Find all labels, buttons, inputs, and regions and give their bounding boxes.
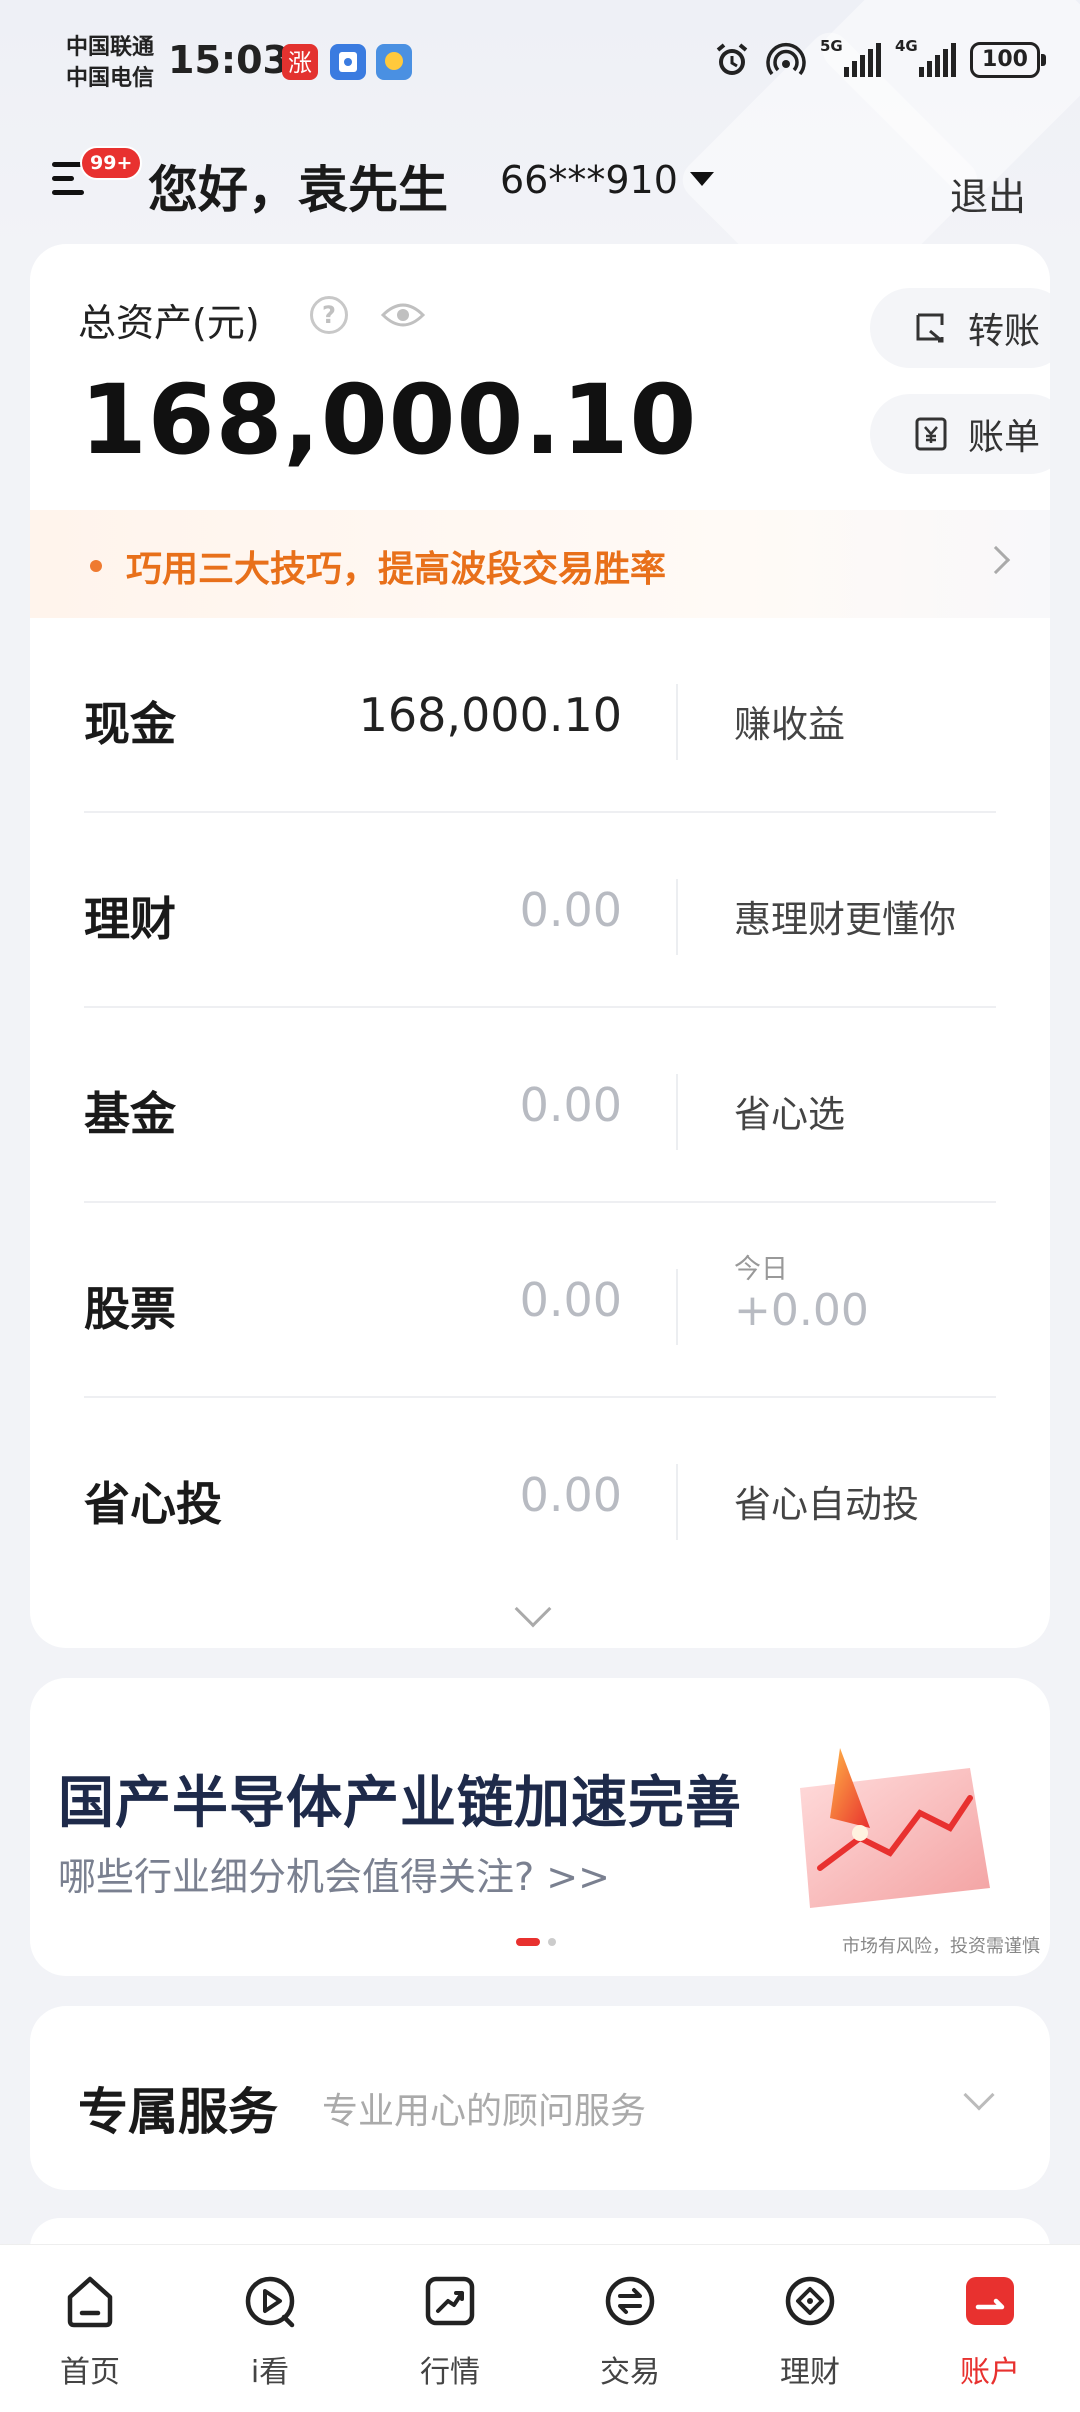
tab-wealth[interactable]: 理财 [720,2245,900,2412]
carrier-2: 中国电信 [66,66,155,91]
asset-card: 总资产(元) ? 168,000.10 转账 账单 巧用三大技巧，提高波段交易胜… [30,244,1050,1648]
risk-note: 市场有风险，投资需谨慎 [842,1936,1040,1957]
transfer-icon [916,313,944,343]
alarm-icon [716,43,748,75]
total-assets-value: 168,000.10 [80,364,698,476]
service-subtitle: 专业用心的顾问服务 [322,2091,647,2132]
signal-5g-label: 5G [820,37,843,55]
exchange-icon [605,2276,655,2326]
exclusive-service-card[interactable]: 专属服务 专业用心的顾问服务 [30,2006,1050,2190]
asset-row-name: 省心投 [84,1477,222,1531]
asset-row-amount: 0.00 [519,1468,622,1522]
status-bar: 中国联通 中国电信 15:03 涨 5G 4G 100 [0,0,1080,120]
asset-row-link[interactable]: 惠理财更懂你 [734,889,956,943]
trend-icon [425,2276,475,2326]
tab-label: 账户 [960,2355,1020,2390]
asset-row-cash[interactable]: 现金 168,000.10 赚收益 [84,618,996,813]
transfer-button[interactable]: 转账 [870,288,1050,368]
greeting: 您好，袁先生 [148,161,448,219]
tip-text: 巧用三大技巧，提高波段交易胜率 [126,549,667,590]
divider [676,1269,678,1345]
chevron-down-icon[interactable] [963,2079,995,2111]
signal-4g-label: 4G [895,37,918,55]
asset-row-fund[interactable]: 基金 0.00 省心选 [84,1008,996,1203]
account-number[interactable]: 66***910 [500,158,678,202]
tab-label: 交易 [600,2355,660,2390]
asset-list: 现金 168,000.10 赚收益 理财 0.00 惠理财更懂你 基金 0.00… [84,618,996,1593]
asset-row-auto-invest[interactable]: 省心投 0.00 省心自动投 [84,1398,996,1593]
help-icon[interactable]: ? [310,296,348,334]
expand-chevron-icon[interactable] [514,1590,552,1628]
notification-badge: 99+ [80,146,143,180]
asset-row-amount: 0.00 [519,1078,622,1132]
asset-row-link[interactable]: 省心选 [734,1084,845,1138]
signal-4g-icon: 4G [895,37,956,77]
tab-home[interactable]: 首页 [0,2245,180,2412]
tab-watch[interactable]: i看 [180,2245,360,2412]
weather-icon [376,44,412,80]
divider [676,684,678,760]
carousel-dot [548,1938,556,1946]
carrier-labels: 中国联通 中国电信 [66,32,154,94]
status-clock: 15:03 [168,38,289,82]
carousel-dot-active [516,1938,540,1946]
tab-market[interactable]: 行情 [360,2245,540,2412]
stock-app-icon: 涨 [282,44,318,80]
service-title: 专属服务 [78,2083,278,2141]
battery-icon: 100 [970,42,1046,78]
account-icon [966,2277,1014,2325]
tip-banner[interactable]: 巧用三大技巧，提高波段交易胜率 [30,510,1050,618]
hotspot-icon [766,43,806,76]
tab-account[interactable]: 账户 [900,2245,1080,2412]
asset-row-stock[interactable]: 股票 0.00 今日 +0.00 [84,1203,996,1398]
divider [676,1074,678,1150]
tab-label: i看 [250,2355,290,2390]
account-header: 99+ 您好，袁先生 66***910 退出 [0,130,1080,230]
today-pnl: +0.00 [734,1285,869,1336]
chart-illustration-icon [800,1748,990,1908]
asset-row-amount: 0.00 [519,1273,622,1327]
tab-trade[interactable]: 交易 [540,2245,720,2412]
asset-row-name: 基金 [84,1087,176,1141]
banner-subtitle: 哪些行业细分机会值得关注? >> [58,1855,610,1899]
status-indicators: 5G 4G 100 [712,37,1046,80]
account-dropdown-icon[interactable] [690,172,714,186]
asset-row-name: 现金 [84,697,176,751]
eye-icon[interactable] [380,300,426,330]
asset-row-name: 理财 [84,892,176,946]
today-label: 今日 [734,1254,788,1285]
promo-banner[interactable]: 国产半导体产业链加速完善 哪些行业细分机会值得关注? >> 市场有风险，投资需谨… [30,1678,1050,1976]
asset-row-link[interactable]: 赚收益 [734,694,845,748]
app-notification-icon [330,44,366,80]
asset-row-name: 股票 [84,1282,176,1336]
carousel-indicator [516,1938,556,1946]
asset-row-wealth[interactable]: 理财 0.00 惠理财更懂你 [84,813,996,1008]
tab-label: 行情 [420,2355,480,2390]
tab-label: 首页 [60,2355,120,2390]
chevron-right-icon [981,545,1011,575]
logout-button[interactable]: 退出 [950,166,1026,221]
bottom-nav: 首页 i看 行情 交易 理财 账户 [0,2244,1080,2412]
transfer-label: 转账 [968,311,1041,352]
bill-button[interactable]: 账单 [870,394,1050,474]
divider [676,1464,678,1540]
divider [676,879,678,955]
asset-row-amount: 0.00 [519,883,622,937]
home-icon [67,2276,113,2328]
asset-row-amount: 168,000.10 [358,688,622,742]
svg-text:涨: 涨 [288,49,312,77]
carrier-1: 中国联通 [66,35,155,60]
tip-bullet [90,560,102,572]
tab-label: 理财 [780,2355,840,2390]
bill-icon [915,417,947,451]
signal-5g-icon: 5G [820,37,881,77]
bill-label: 账单 [968,417,1041,458]
total-assets-label: 总资产(元) [78,301,260,345]
banner-title: 国产半导体产业链加速完善 [58,1771,742,1836]
asset-row-link[interactable]: 省心自动投 [734,1474,919,1528]
play-icon [245,2276,295,2328]
wealth-icon [785,2276,835,2326]
